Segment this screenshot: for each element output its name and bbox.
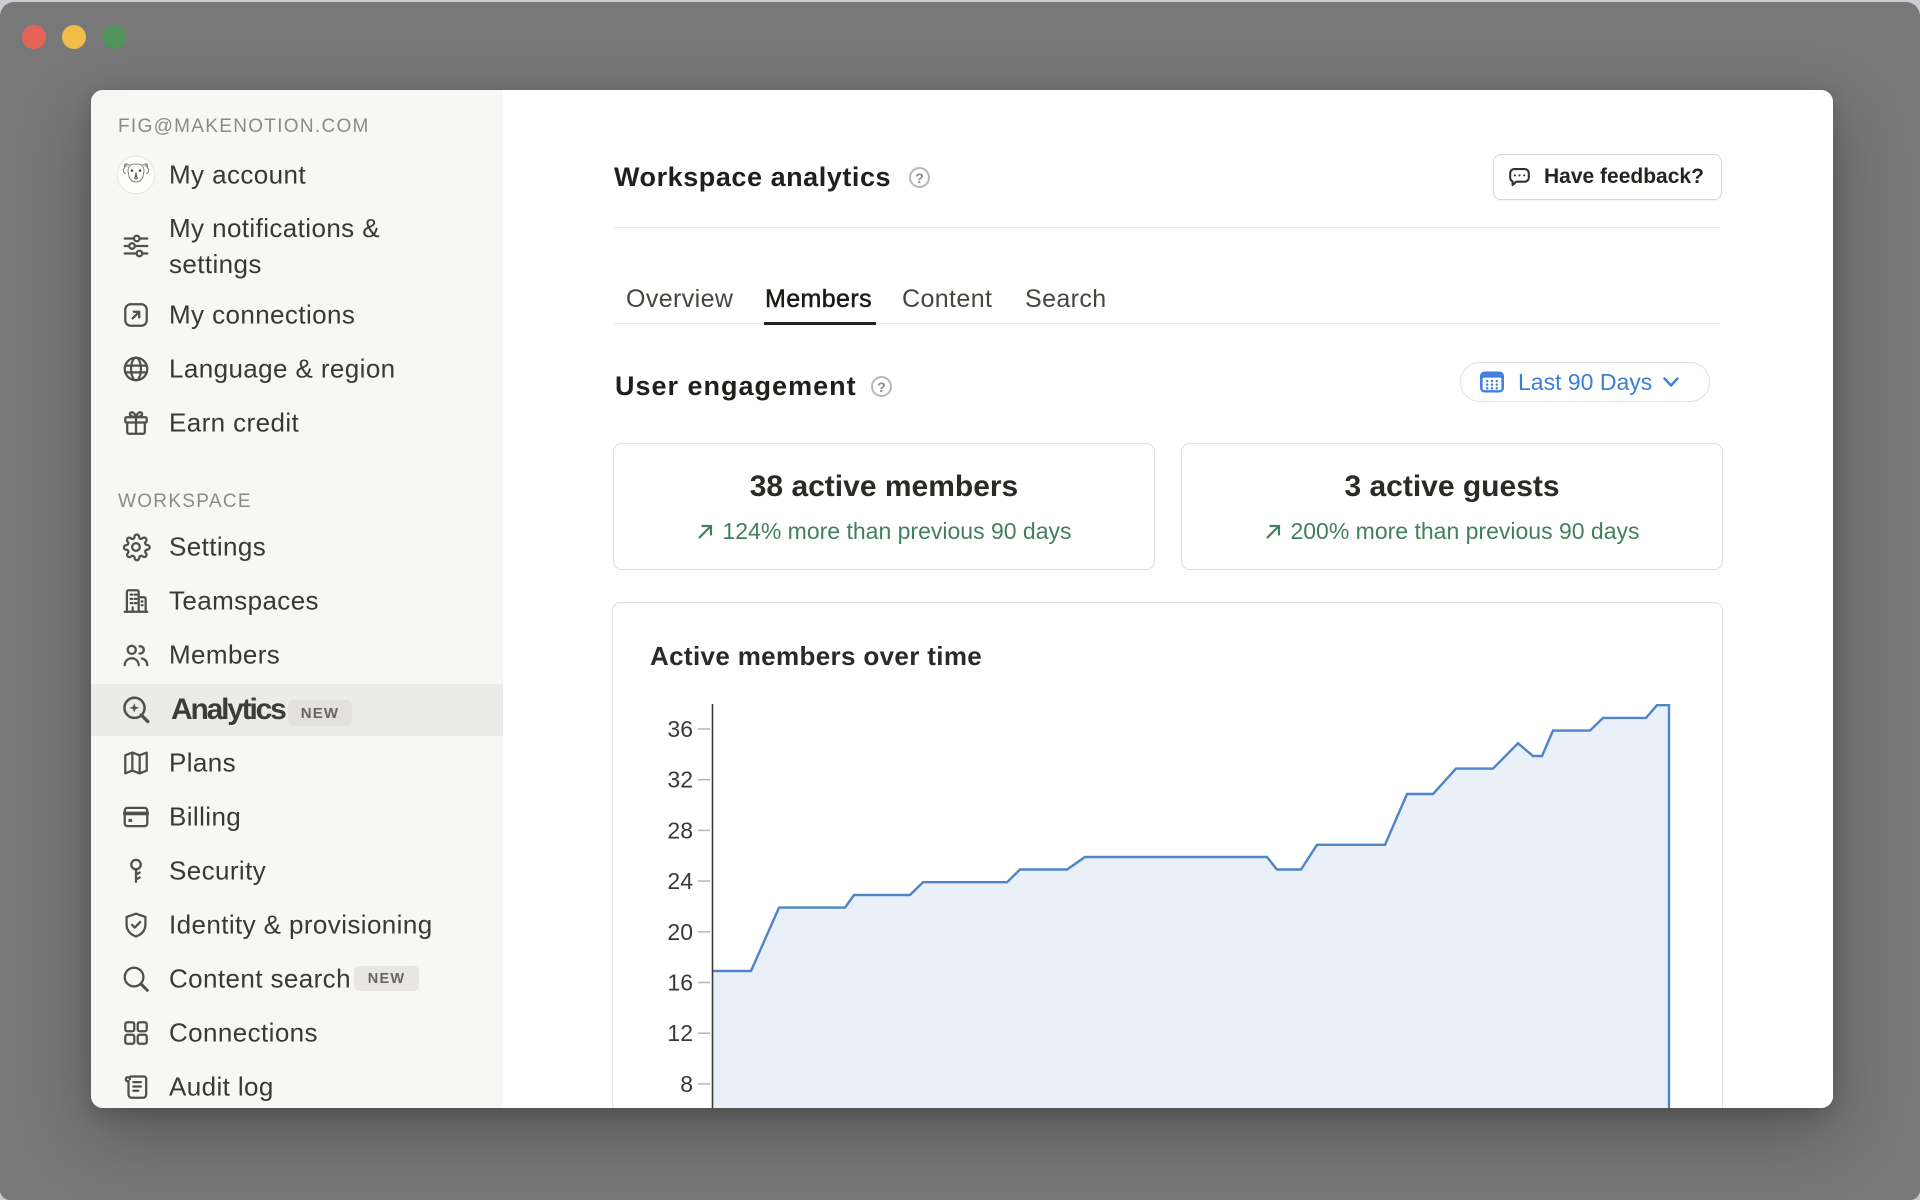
svg-text:12: 12: [667, 1020, 693, 1046]
svg-text:32: 32: [667, 767, 693, 793]
svg-text:24: 24: [667, 868, 693, 894]
svg-text:16: 16: [667, 970, 693, 996]
svg-text:36: 36: [667, 716, 693, 742]
svg-text:20: 20: [667, 919, 693, 945]
svg-text:28: 28: [667, 817, 693, 843]
svg-text:8: 8: [680, 1071, 693, 1097]
